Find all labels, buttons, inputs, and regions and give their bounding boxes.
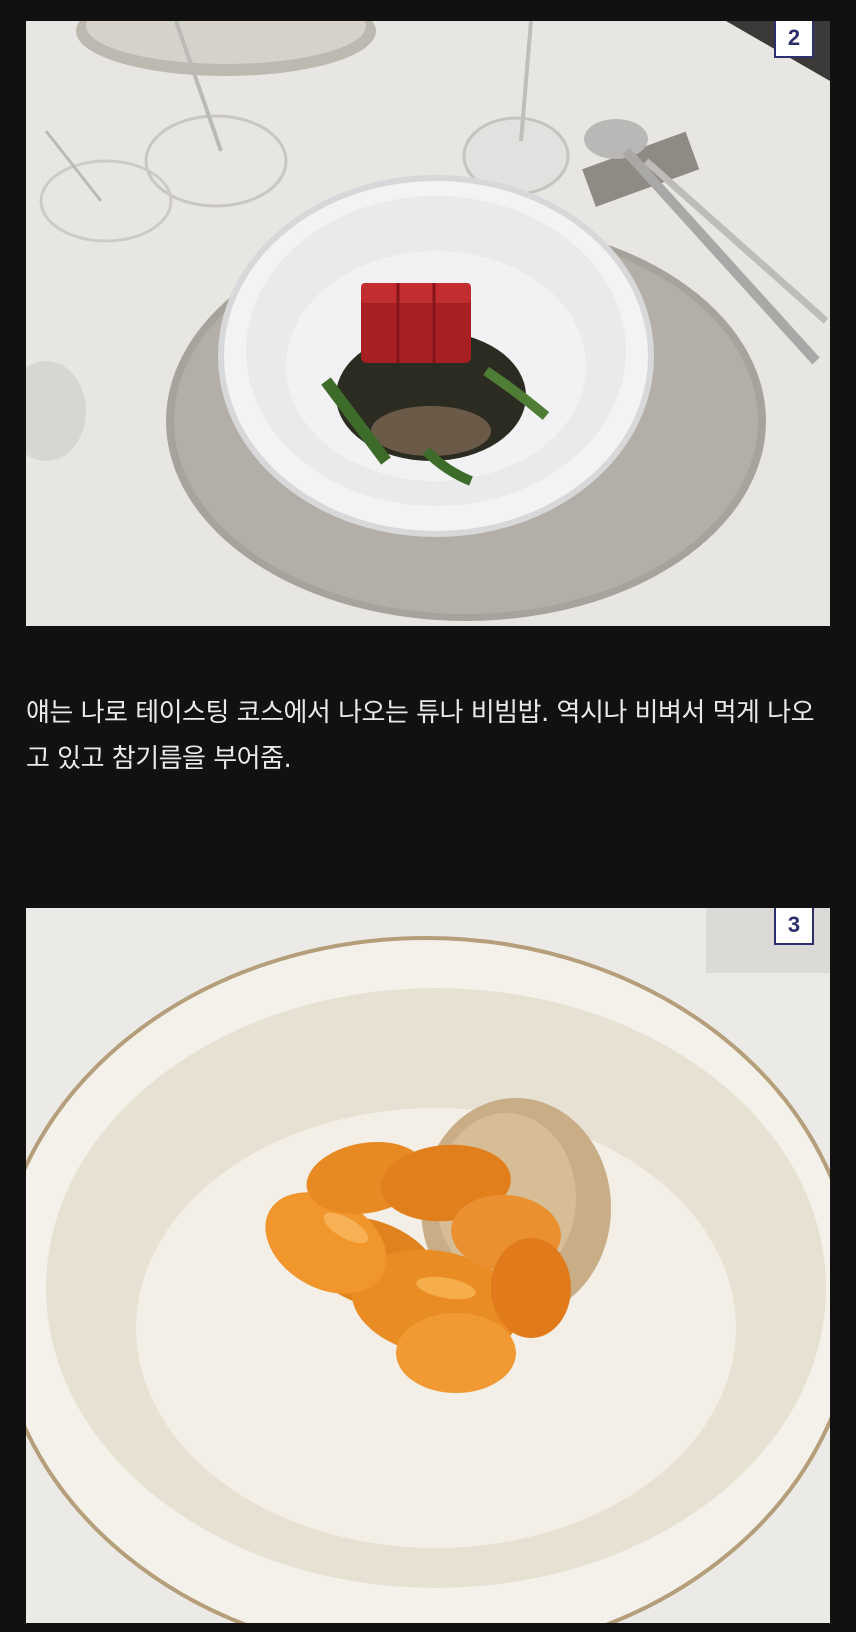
sea-urchin-image	[26, 908, 830, 1623]
photo-sea-urchin: 3	[26, 908, 830, 1623]
photo-tuna-bibimbap: 2	[26, 21, 830, 626]
image-number-badge: 3	[774, 908, 814, 945]
post-caption: 얘는 나로 테이스팅 코스에서 나오는 튜나 비빔밥. 역시나 비벼서 먹게 나…	[26, 698, 815, 774]
tuna-bibimbap-image	[26, 21, 830, 626]
image-number-badge: 2	[774, 21, 814, 58]
